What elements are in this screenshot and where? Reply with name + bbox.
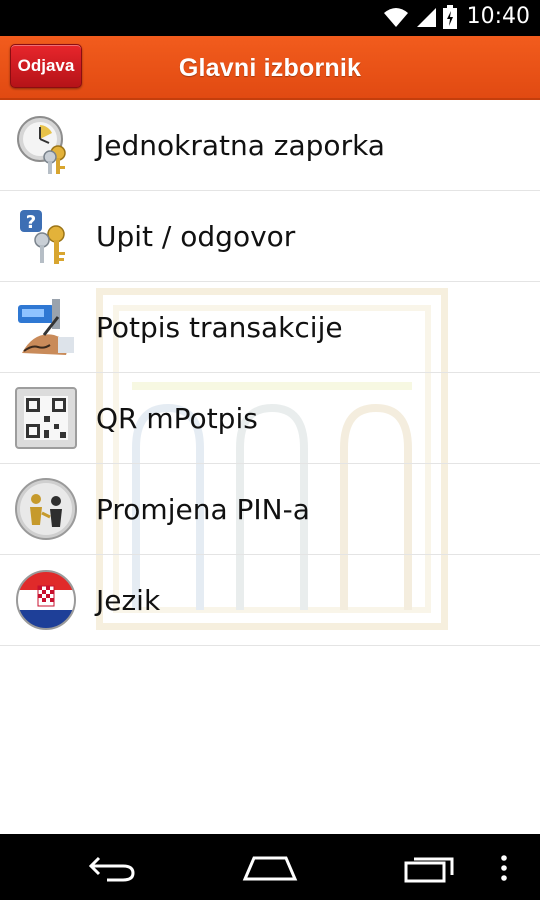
qr-code-icon xyxy=(15,387,77,449)
back-button[interactable] xyxy=(82,848,142,888)
app-header: Odjava Glavni izbornik xyxy=(0,36,540,100)
home-button[interactable] xyxy=(240,848,300,888)
home-icon xyxy=(242,856,298,881)
menu-item-label: Potpis transakcije xyxy=(96,310,343,344)
clock-keys-icon xyxy=(17,116,66,174)
menu-item-label: Upit / odgovor xyxy=(96,219,296,253)
menu-item-challenge-response[interactable]: ? Upit / odgovor xyxy=(0,191,540,282)
wifi-icon xyxy=(383,7,408,27)
main-menu: Jednokratna zaporka ? Upit / odgovor Pot… xyxy=(0,100,540,646)
system-nav-bar xyxy=(0,834,540,900)
overflow-menu-button[interactable] xyxy=(484,848,524,888)
overflow-menu-icon xyxy=(501,855,507,881)
menu-item-language[interactable]: Jezik xyxy=(0,555,540,646)
menu-item-label: Jednokratna zaporka xyxy=(96,128,385,162)
status-bar: 10:40 xyxy=(0,0,540,36)
back-icon xyxy=(88,856,135,882)
menu-item-label: QR mPotpis xyxy=(96,401,258,435)
recents-button[interactable] xyxy=(400,848,460,888)
menu-item-transaction-signing[interactable]: Potpis transakcije xyxy=(0,282,540,373)
menu-item-label: Jezik xyxy=(96,583,161,617)
signal-icon xyxy=(416,7,436,27)
menu-item-one-time-password[interactable]: Jednokratna zaporka xyxy=(0,100,540,191)
main-content: Jednokratna zaporka ? Upit / odgovor Pot… xyxy=(0,100,540,834)
svg-text:?: ? xyxy=(26,212,36,233)
people-exchange-icon xyxy=(15,478,77,540)
status-icons: 10:40 xyxy=(383,4,530,29)
croatia-flag-icon xyxy=(16,570,76,630)
menu-item-change-pin[interactable]: Promjena PIN-a xyxy=(0,464,540,555)
clock: 10:40 xyxy=(466,4,530,29)
question-keys-icon: ? xyxy=(20,210,65,264)
recents-icon xyxy=(404,857,454,883)
logout-button[interactable]: Odjava xyxy=(10,44,82,88)
menu-item-qr-signature[interactable]: QR mPotpis xyxy=(0,373,540,464)
menu-item-label: Promjena PIN-a xyxy=(96,492,310,526)
battery-icon xyxy=(442,4,457,29)
signature-device-icon xyxy=(18,299,74,355)
